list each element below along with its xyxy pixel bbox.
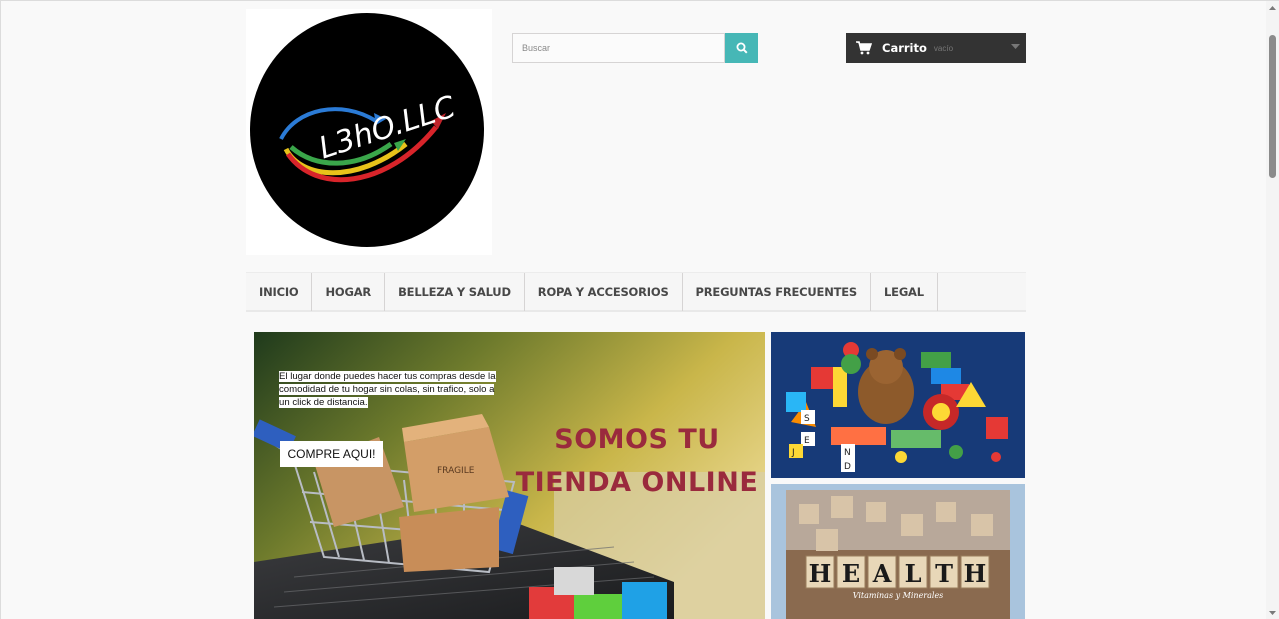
health-banner[interactable]: H E A L T H Vitaminas y Minerales [771, 484, 1025, 619]
health-letter-2: E [842, 559, 860, 588]
headline-line-1: SOMOS TU [554, 424, 720, 455]
headline-line-2: TIENDA ONLINE [515, 467, 759, 498]
nav-item-inicio[interactable]: INICIO [246, 273, 313, 311]
health-letter-6: H [964, 559, 987, 588]
search-button[interactable] [725, 33, 758, 63]
toy-letter-d: D [844, 462, 851, 472]
promo-text-content: El lugar donde puedes hacer tus compras … [279, 371, 496, 408]
cart-label: Carrito [882, 41, 927, 55]
compre-aqui-button[interactable]: COMPRE AQUI! [280, 441, 383, 467]
cart-button[interactable]: Carrito vacío [846, 33, 1026, 63]
scroll-up-icon[interactable] [1266, 3, 1279, 13]
search-input[interactable] [512, 33, 725, 63]
scroll-down-icon[interactable] [1266, 608, 1279, 618]
health-subtitle: Vitaminas y Minerales [853, 591, 944, 600]
health-image: H E A L T H Vitaminas y Minerales [771, 484, 1025, 619]
health-letter-3: A [872, 559, 892, 588]
nav-item-ropa-y-accesorios[interactable]: ROPA Y ACCESORIOS [525, 273, 683, 311]
toy-letter-j: J [791, 448, 795, 458]
nav-item-belleza-y-salud[interactable]: BELLEZA Y SALUD [385, 273, 525, 311]
toy-letter-s: S [804, 414, 810, 424]
health-letter-4: L [905, 559, 922, 588]
health-letter-1: H [809, 559, 832, 588]
scroll-thumb[interactable] [1269, 35, 1276, 178]
toys-image: E N D S J [771, 332, 1025, 478]
nav-item-preguntas-frecuentes[interactable]: PREGUNTAS FRECUENTES [683, 273, 872, 311]
search-bar [512, 33, 758, 63]
toy-letter-e: E [804, 436, 810, 446]
logo-image: L3hO.LLC [250, 13, 484, 247]
nav-item-legal[interactable]: LEGAL [871, 273, 938, 311]
cart-status: vacío [933, 43, 954, 53]
toys-banner[interactable]: E N D S J [771, 332, 1025, 478]
page-scrollbar[interactable] [1266, 1, 1279, 619]
site-logo[interactable]: L3hO.LLC [246, 9, 492, 255]
chevron-down-icon [1011, 44, 1020, 49]
promo-text: El lugar donde puedes hacer tus compras … [279, 370, 505, 409]
cart-icon [856, 41, 872, 55]
search-icon [736, 42, 748, 54]
main-menu: INICIO HOGAR BELLEZA Y SALUD ROPA Y ACCE… [246, 272, 1026, 312]
box-label: FRAGILE [437, 466, 475, 476]
health-letter-5: T [935, 559, 953, 588]
nav-item-hogar[interactable]: HOGAR [312, 273, 386, 311]
toy-letter-n: N [844, 448, 851, 458]
